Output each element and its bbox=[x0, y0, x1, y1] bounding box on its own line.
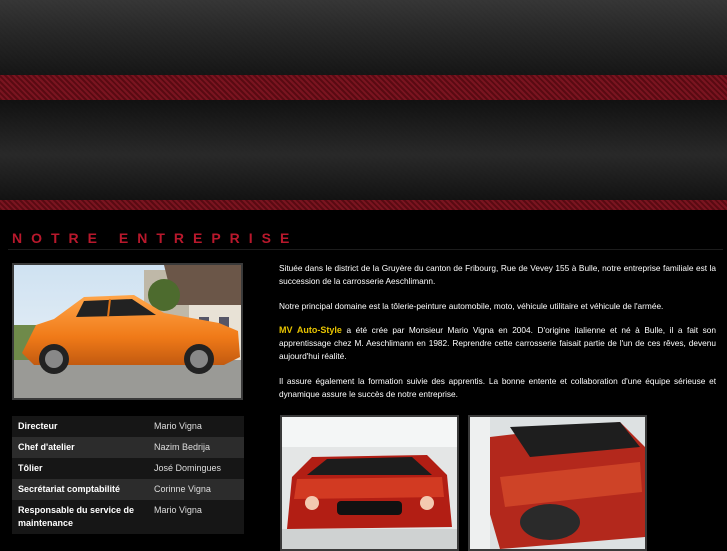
staff-role: Responsable du service de maintenance bbox=[18, 505, 135, 528]
workshop-photo-side bbox=[468, 415, 647, 551]
staff-name: Corinne Vigna bbox=[154, 484, 211, 494]
company-description: Située dans le district de la Gruyère du… bbox=[279, 262, 716, 412]
title-divider bbox=[8, 249, 723, 250]
staff-role: Directeur bbox=[18, 421, 58, 431]
table-row: Chef d'atelier Nazim Bedrija bbox=[12, 437, 244, 458]
intro-paragraph: Il assure également la formation suivie … bbox=[279, 375, 716, 399]
header-top-band bbox=[0, 0, 727, 75]
header-red-stripe-bottom bbox=[0, 200, 727, 210]
section-title: NOTRE ENTREPRISE bbox=[12, 230, 299, 246]
header-banner bbox=[0, 100, 727, 200]
staff-name: Mario Vigna bbox=[154, 505, 202, 515]
staff-table: Directeur Mario Vigna Chef d'atelier Naz… bbox=[12, 416, 244, 534]
staff-name: Mario Vigna bbox=[154, 421, 202, 431]
table-row: Directeur Mario Vigna bbox=[12, 416, 244, 437]
header-red-stripe bbox=[0, 75, 727, 100]
staff-name: José Domingues bbox=[154, 463, 222, 473]
intro-paragraph: Notre principal domaine est la tôlerie-p… bbox=[279, 300, 664, 311]
orange-car-photo bbox=[12, 263, 243, 400]
intro-paragraph-text: a été crée par Monsieur Mario Vigna en 2… bbox=[279, 325, 716, 361]
brand-name: MV Auto-Style bbox=[279, 325, 342, 336]
table-row: Secrétariat comptabilité Corinne Vigna bbox=[12, 479, 244, 500]
intro-paragraph: MV Auto-Style a été crée par Monsieur Ma… bbox=[279, 324, 716, 362]
workshop-photo-front bbox=[280, 415, 459, 551]
staff-role: Chef d'atelier bbox=[18, 442, 75, 452]
staff-role: Secrétariat comptabilité bbox=[18, 484, 121, 494]
site-header bbox=[0, 0, 727, 210]
staff-name: Nazim Bedrija bbox=[154, 442, 211, 452]
staff-role: Tôlier bbox=[18, 463, 43, 473]
table-row: Responsable du service de maintenance Ma… bbox=[12, 500, 244, 534]
table-row: Tôlier José Domingues bbox=[12, 458, 244, 479]
intro-paragraph: Située dans le district de la Gruyère du… bbox=[279, 263, 716, 286]
